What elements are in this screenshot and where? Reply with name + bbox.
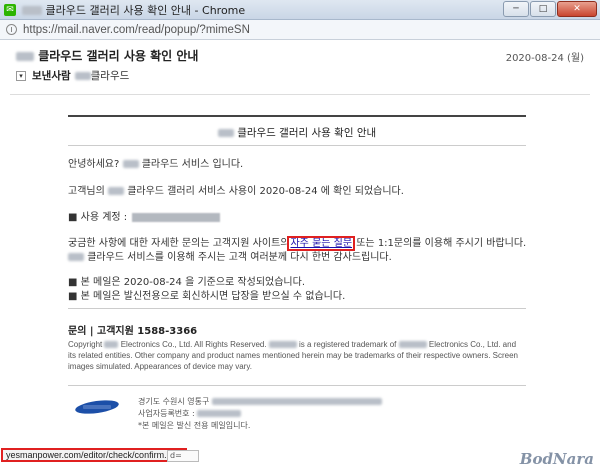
redacted-account: [132, 212, 221, 222]
sender-row: ▾ 보낸사람 클라우드: [16, 68, 129, 83]
mail-subject: 클라우드 갤러리 사용 확인 안내: [16, 47, 198, 64]
redacted-address: [211, 398, 382, 405]
usage-line: 고객님의 클라우드 갤러리 서비스 사용이 2020-08-24 에 확인 되었…: [68, 182, 404, 197]
window-titlebar: ✉ 클라우드 갤러리 사용 확인 안내 - Chrome ─ □ ✕: [0, 0, 600, 20]
greeting-pre: 안녕하세요?: [68, 159, 120, 170]
sender-label: 보낸사람: [32, 70, 71, 82]
expand-toggle-icon[interactable]: ▾: [16, 70, 26, 81]
redacted-brand: [68, 253, 84, 261]
title-divider: [68, 145, 526, 146]
sender-only-note: *본 메일은 발신 전용 메일입니다.: [138, 421, 251, 430]
redacted-brand: [108, 187, 124, 195]
thanks-post: 클라우드 서비스를 이용해 주시는 고객 여러분께 다시 한번 감사드립니다.: [87, 252, 392, 263]
redacted-brand: [22, 6, 42, 15]
status-input-tail: d=: [167, 450, 199, 462]
sender-name[interactable]: 클라우드: [91, 68, 130, 83]
redacted-brand: [398, 341, 427, 349]
usage-pre: 고객님의: [68, 186, 105, 197]
copyright-3: is a registered trademark of: [299, 340, 397, 349]
thanks-line: 클라우드 서비스를 이용해 주시는 고객 여러분께 다시 한번 감사드립니다.: [68, 248, 392, 263]
business-label: 사업자등록번호 :: [138, 409, 195, 418]
close-button[interactable]: ✕: [557, 1, 597, 17]
window-title: 클라우드 갤러리 사용 확인 안내 - Chrome: [22, 2, 245, 18]
window-title-text: 클라우드 갤러리 사용 확인 안내 - Chrome: [45, 3, 246, 17]
email-body: 클라우드 갤러리 사용 확인 안내 안녕하세요? 클라우드 서비스 입니다. 고…: [68, 115, 526, 450]
note-2: ■ 본 메일은 발신전용으로 회신하시면 답장을 받으실 수 없습니다.: [68, 291, 346, 302]
redacted-brand: [122, 160, 139, 168]
watermark: BodNara: [519, 450, 594, 468]
note-1: ■ 본 메일은 2020-08-24 을 기준으로 작성되었습니다.: [68, 277, 306, 288]
app-icon: ✉: [4, 3, 16, 16]
header-divider: [10, 94, 590, 95]
copyright-2: Electronics Co., Ltd. All Rights Reserve…: [120, 340, 267, 349]
company-address: 경기도 수원시 영통구: [138, 396, 382, 407]
mail-header: 클라우드 갤러리 사용 확인 안내 2020-08-24 (월) ▾ 보낸사람 …: [0, 40, 600, 96]
section-divider: [68, 308, 526, 309]
redacted-brand: [104, 341, 119, 349]
redacted-brand: [268, 341, 297, 349]
info-icon[interactable]: [6, 24, 17, 35]
redacted-brand: [16, 52, 34, 61]
account-line: ■ 사용 계정 :: [68, 208, 221, 223]
copyright-text: Copyright Electronics Co., Ltd. All Righ…: [68, 339, 526, 372]
business-number: 사업자등록번호 :: [138, 408, 242, 419]
inquiry-line: 궁금한 사항에 대한 자세한 문의는 고객지원 사이트의자주 묻는 질문 또는 …: [68, 234, 526, 251]
window-controls: ─ □ ✕: [503, 1, 597, 17]
body-title: 클라우드 갤러리 사용 확인 안내: [68, 125, 526, 140]
footer-divider: [68, 385, 526, 386]
copyright-1: Copyright: [68, 340, 103, 349]
account-label: ■ 사용 계정 :: [68, 212, 128, 223]
status-link-preview: yesmanpower.com/editor/check/confirm.php: [1, 448, 187, 462]
address-text: 경기도 수원시 영통구: [138, 397, 210, 406]
usage-post: 클라우드 갤러리 서비스 사용이 2020-08-24 에 확인 되었습니다.: [127, 186, 404, 197]
minimize-button[interactable]: ─: [503, 1, 529, 17]
address-url[interactable]: https://mail.naver.com/read/popup/?mimeS…: [23, 24, 250, 36]
brand-logo: [75, 400, 119, 414]
greeting-post: 클라우드 서비스 입니다.: [141, 159, 244, 170]
greeting-line: 안녕하세요? 클라우드 서비스 입니다.: [68, 155, 243, 170]
redacted-number: [197, 410, 242, 417]
redacted-brand: [74, 71, 91, 80]
card-top-border: [68, 115, 526, 117]
mail-date: 2020-08-24 (월): [505, 53, 584, 64]
maximize-button[interactable]: □: [530, 1, 556, 17]
redacted-brand: [217, 129, 234, 137]
body-title-text: 클라우드 갤러리 사용 확인 안내: [237, 127, 377, 139]
mail-subject-text: 클라우드 갤러리 사용 확인 안내: [38, 49, 199, 63]
support-info: 문의 | 고객지원 1588-3366: [68, 326, 198, 337]
address-bar[interactable]: https://mail.naver.com/read/popup/?mimeS…: [0, 20, 600, 40]
